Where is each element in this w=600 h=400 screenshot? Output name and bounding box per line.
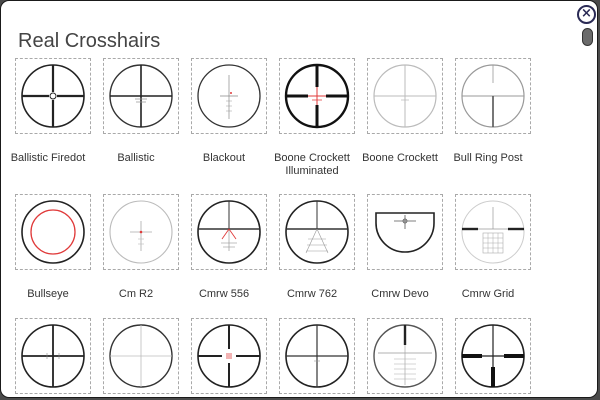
crosshair-thumbnail[interactable] (15, 194, 91, 270)
fine-crosshair-reticle-icon (109, 324, 173, 388)
crosshair-thumbnail[interactable] (191, 318, 267, 394)
crosshair-thumbnail[interactable] (279, 318, 355, 394)
crosshair-thumbnail[interactable] (367, 318, 443, 394)
crosshair-thumbnail[interactable] (455, 58, 531, 134)
crosshair-thumbnail[interactable] (15, 318, 91, 394)
crosshair-thumbnail[interactable] (103, 58, 179, 134)
cmrw-devo-reticle-icon (375, 212, 435, 253)
crosshair-thumbnail[interactable] (103, 318, 179, 394)
boone-crockett-reticle-icon (373, 64, 437, 128)
bull-ring-post-reticle-icon (461, 64, 525, 128)
crosshair-label: Bull Ring Post (453, 152, 523, 164)
mildot-reticle-icon (285, 324, 349, 388)
cmrw-556-reticle-icon (197, 200, 261, 264)
cmrw-762-reticle-icon (285, 200, 349, 264)
close-icon[interactable]: × (577, 5, 596, 24)
ballistic-reticle-icon (109, 64, 173, 128)
crosshair-picker-window: × Real Crosshairs Ballistic Firedot Ball… (0, 0, 598, 398)
heavy-duplex-reticle-icon (461, 324, 525, 388)
crosshair-thumbnail[interactable] (455, 194, 531, 270)
duplex-reticle-icon (21, 324, 85, 388)
cmrw-grid-reticle-icon (461, 200, 525, 264)
scrollbar-thumb[interactable] (582, 28, 593, 46)
christmas-tree-reticle-icon (373, 324, 437, 388)
blackout-reticle-icon (197, 64, 261, 128)
bullseye-reticle-icon (21, 200, 85, 264)
crosshair-label: Cmrw Grid (461, 288, 515, 300)
crosshair-thumbnail[interactable] (367, 194, 443, 270)
boone-crockett-illuminated-reticle-icon (284, 63, 350, 129)
crosshair-thumbnail[interactable] (191, 194, 267, 270)
crosshair-thumbnail[interactable] (191, 58, 267, 134)
cm-r2-reticle-icon (109, 200, 173, 264)
crosshair-thumbnail[interactable] (455, 318, 531, 394)
crosshair-thumbnail[interactable] (279, 58, 355, 134)
red-dot-crosshair-reticle-icon (197, 324, 261, 388)
page-title: Real Crosshairs (18, 30, 161, 52)
crosshair-thumbnail[interactable] (279, 194, 355, 270)
crosshair-thumbnail[interactable] (103, 194, 179, 270)
ballistic-firedot-reticle-icon (21, 64, 85, 128)
crosshair-thumbnail[interactable] (15, 58, 91, 134)
crosshair-thumbnail[interactable] (367, 58, 443, 134)
